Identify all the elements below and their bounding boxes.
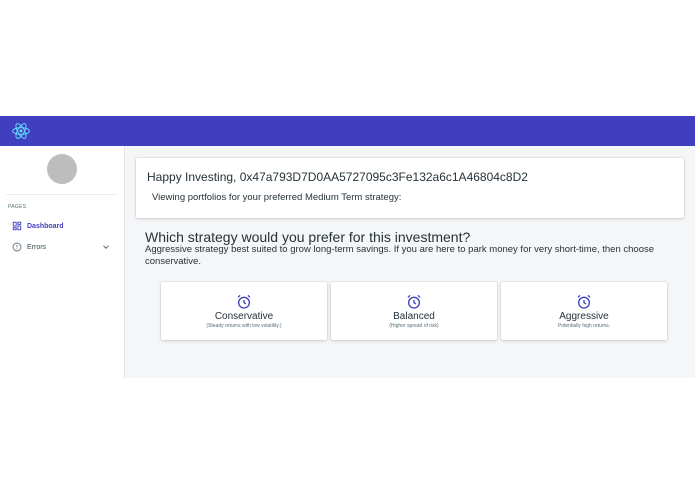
avatar[interactable] [47, 154, 77, 184]
strategy-name: Aggressive [559, 311, 609, 322]
sidebar-section-label: PAGES [8, 204, 27, 210]
dashboard-grid-icon [12, 221, 22, 231]
strategy-card-aggressive[interactable]: Aggressive Potentially high returns. [501, 282, 667, 340]
welcome-title: Happy Investing, 0x47a793D7D0AA5727095c3… [147, 170, 528, 184]
strategy-card-conservative[interactable]: Conservative (Steady returns with low vo… [161, 282, 327, 340]
strategy-name: Conservative [214, 311, 274, 322]
strategy-name: Balanced [393, 311, 435, 322]
sidebar-item-errors[interactable]: Errors [12, 240, 116, 254]
alarm-clock-icon [577, 294, 591, 309]
sidebar-item-dashboard[interactable]: Dashboard [12, 219, 116, 233]
strategy-card-balanced[interactable]: Balanced (Higher spread of risk) [331, 282, 497, 340]
strategy-description: (Higher spread of risk) [389, 323, 439, 329]
chevron-down-icon[interactable] [101, 242, 111, 252]
strategy-advice: Aggressive strategy best suited to grow … [145, 244, 655, 267]
alarm-clock-icon [237, 294, 251, 309]
sidebar: PAGES Dashboard Errors [0, 146, 125, 378]
sidebar-divider [6, 194, 118, 195]
welcome-card: Happy Investing, 0x47a793D7D0AA5727095c3… [136, 158, 684, 218]
strategy-description: (Steady returns with low volatility.) [206, 323, 282, 329]
strategy-description: Potentially high returns. [557, 323, 611, 329]
react-atom-icon[interactable] [11, 121, 31, 141]
sidebar-item-label: Dashboard [27, 222, 64, 230]
top-app-bar [0, 116, 695, 146]
welcome-subtitle: Viewing portfolios for your preferred Me… [152, 192, 402, 203]
sidebar-item-label: Errors [27, 243, 47, 251]
strategy-question: Which strategy would you prefer for this… [145, 229, 471, 245]
main-content: Happy Investing, 0x47a793D7D0AA5727095c3… [125, 146, 695, 378]
error-outline-icon [12, 242, 22, 252]
alarm-clock-icon [407, 294, 421, 309]
